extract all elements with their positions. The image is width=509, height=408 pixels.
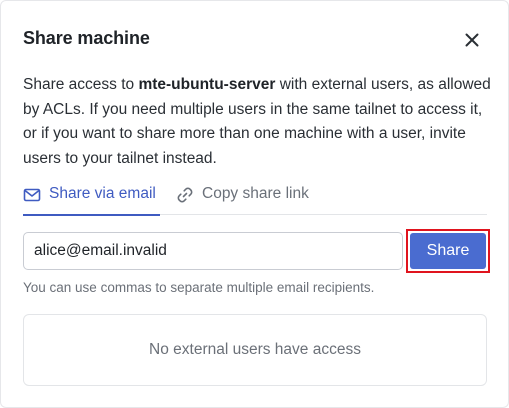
close-icon xyxy=(465,33,479,47)
email-input[interactable] xyxy=(23,232,403,270)
share-button[interactable]: Share xyxy=(410,233,486,269)
mail-icon xyxy=(23,186,41,204)
dialog-description: Share access to mte-ubuntu-server with e… xyxy=(23,73,493,171)
share-tabs: Share via email Copy share link xyxy=(23,185,487,216)
email-hint: You can use commas to separate multiple … xyxy=(23,280,375,295)
tab-label: Copy share link xyxy=(202,185,309,202)
share-machine-dialog: Share machine Share access to mte-ubuntu… xyxy=(0,0,509,408)
tab-label: Share via email xyxy=(49,185,156,202)
tab-copy-share-link[interactable]: Copy share link xyxy=(176,185,309,215)
empty-state-text: No external users have access xyxy=(149,341,361,358)
shared-users-empty-state: No external users have access xyxy=(23,314,487,386)
dialog-title: Share machine xyxy=(23,28,150,48)
tab-share-via-email[interactable]: Share via email xyxy=(23,185,160,216)
link-icon xyxy=(176,186,194,204)
machine-name: mte-ubuntu-server xyxy=(138,76,276,93)
description-prefix: Share access to xyxy=(23,76,139,93)
share-button-highlight: Share xyxy=(406,229,490,273)
close-button[interactable] xyxy=(459,27,485,53)
